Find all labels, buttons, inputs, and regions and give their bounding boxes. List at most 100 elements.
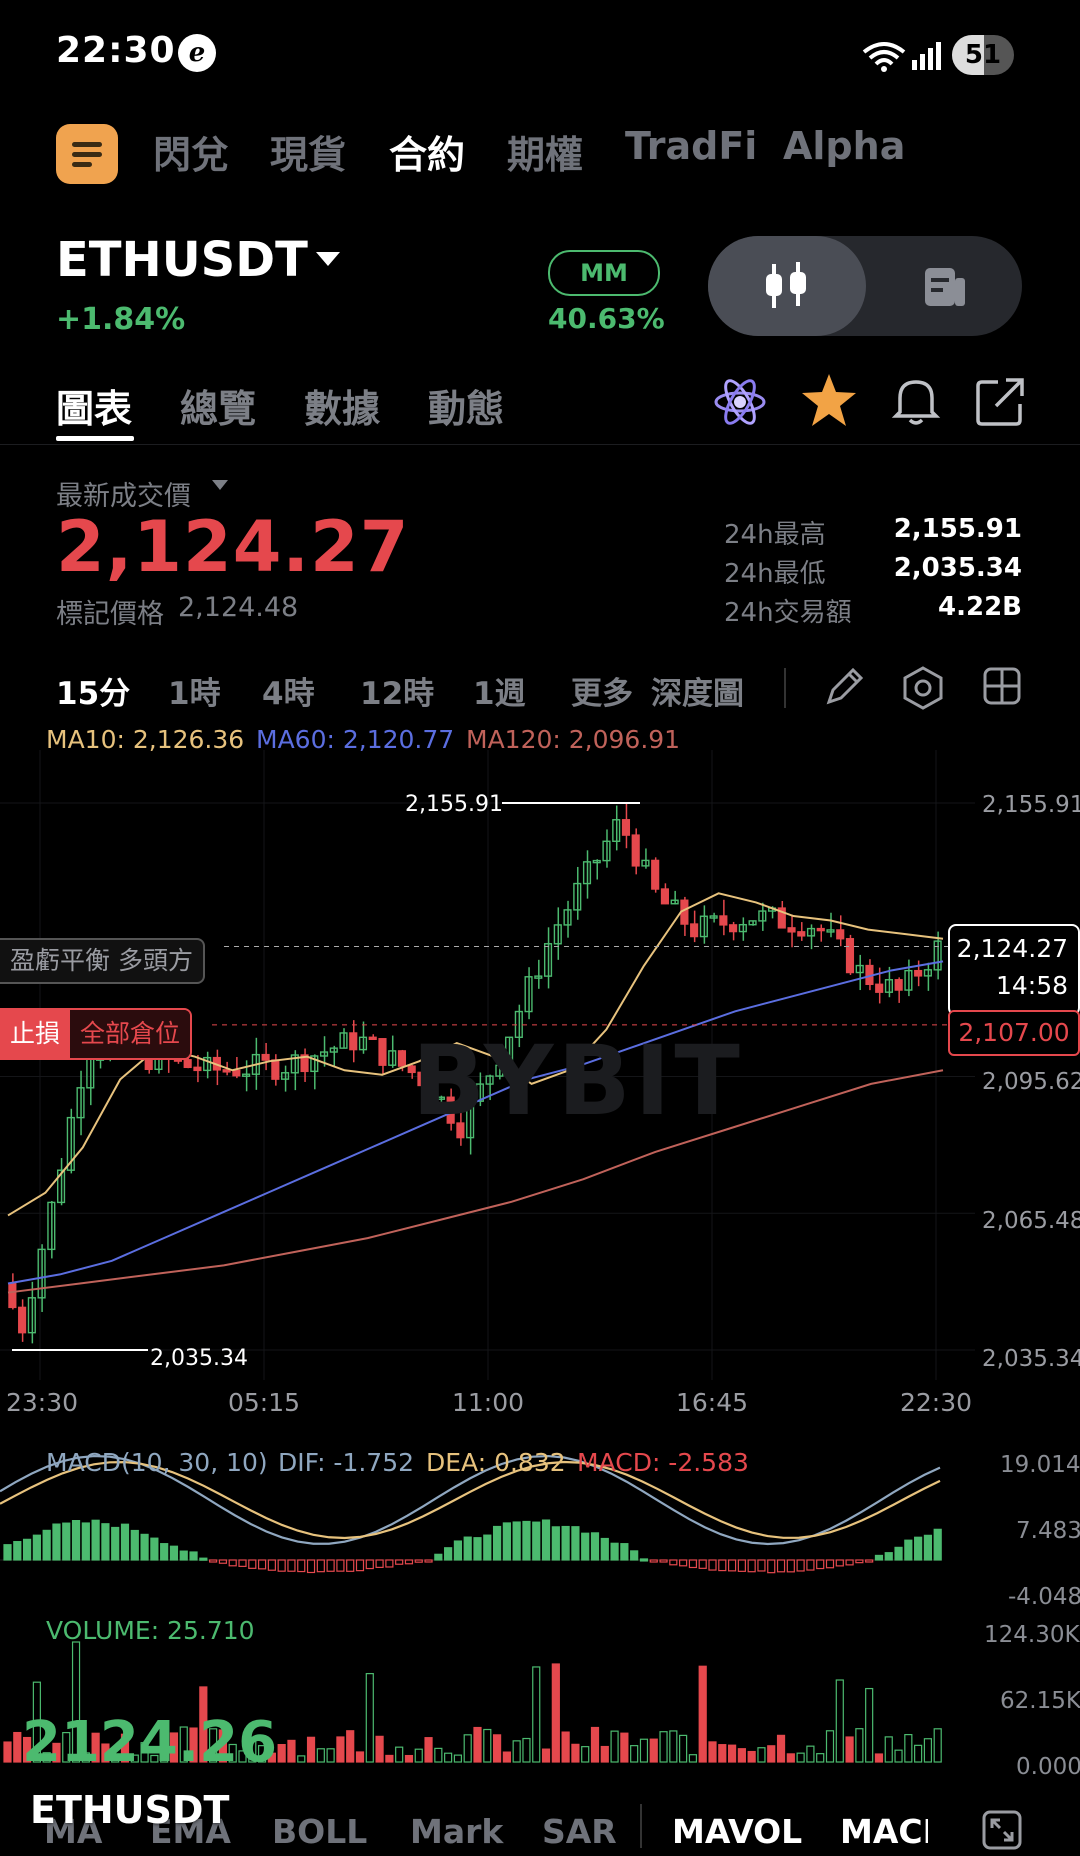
volume-bar (581, 1746, 590, 1763)
macd-histogram-bar (865, 1559, 874, 1563)
volume-bar (473, 1726, 482, 1763)
volume-bar (404, 1754, 414, 1763)
volume-bar (659, 1731, 668, 1763)
active-tab-underline (56, 436, 134, 441)
tab-swap[interactable]: 閃兌 (153, 124, 229, 179)
view-toggle[interactable] (708, 236, 1022, 336)
macd-histogram-bar (630, 1550, 639, 1561)
volume-bar (933, 1728, 942, 1763)
macd-histogram-bar (189, 1551, 198, 1561)
macd-histogram-bar (796, 1559, 805, 1572)
pair-symbol[interactable]: ETHUSDT (56, 232, 308, 288)
candle-down (222, 1069, 231, 1073)
candle-down (397, 1050, 407, 1067)
indicator-boll[interactable]: BOLL (272, 1812, 367, 1851)
macd-histogram-bar (150, 1537, 159, 1561)
volume-bar (522, 1737, 531, 1763)
macd-dif: DIF: -1.752 (278, 1448, 415, 1477)
candle-down (914, 969, 923, 977)
overlay-symbol: ETHUSDT (30, 1788, 230, 1832)
interval-15m[interactable]: 15分 (56, 668, 130, 713)
volume-bar (923, 1738, 933, 1763)
macd-histogram-bar (532, 1521, 541, 1561)
volume-bar (502, 1751, 511, 1763)
volume-bar (874, 1753, 884, 1763)
macd-histogram-bar (81, 1522, 90, 1561)
indicator-mavol[interactable]: MAVOL (672, 1812, 802, 1851)
ai-atom-icon[interactable] (714, 376, 766, 428)
indicator-macd[interactable]: MACD (840, 1812, 928, 1851)
candlestick-icon[interactable] (766, 260, 808, 312)
indicator-mark[interactable]: Mark (410, 1812, 503, 1851)
candle-down (816, 927, 825, 932)
battery-indicator: 51 (952, 35, 1014, 75)
candle-down (631, 834, 640, 867)
indicator-settings-icon[interactable] (901, 666, 945, 710)
breakeven-position-label[interactable]: 盈虧平衡 多頭方 (0, 938, 205, 984)
macd-histogram-bar (786, 1559, 795, 1573)
candle-down (261, 1053, 270, 1061)
macd-histogram-bar (365, 1559, 374, 1570)
tab-activity[interactable]: 動態 (428, 378, 504, 433)
macd-histogram-bar (600, 1537, 609, 1561)
macd-histogram-bar (816, 1559, 825, 1570)
macd-histogram-bar (316, 1559, 325, 1573)
macd-histogram-bar (160, 1543, 169, 1561)
volume-bar (806, 1745, 815, 1763)
tab-overview[interactable]: 總覽 (180, 378, 256, 433)
volume-bar (914, 1744, 923, 1763)
price-type-chevron-icon[interactable] (212, 480, 228, 490)
interval-1h[interactable]: 1時 (168, 668, 221, 713)
macd-histogram-bar (522, 1520, 531, 1561)
tab-alpha[interactable]: Alpha (783, 124, 905, 168)
indicator-sar[interactable]: SAR (542, 1812, 617, 1851)
order-book-icon[interactable] (923, 264, 969, 308)
bell-icon[interactable] (890, 374, 942, 428)
volume-bar (375, 1735, 384, 1763)
interval-more[interactable]: 更多 (571, 668, 633, 713)
macd-histogram-bar (434, 1553, 443, 1561)
macd-histogram-bar (923, 1534, 933, 1561)
tab-data[interactable]: 數據 (304, 378, 380, 433)
macd-histogram-bar (463, 1536, 472, 1561)
share-icon[interactable] (974, 374, 1028, 428)
interval-12h[interactable]: 12時 (360, 668, 434, 713)
tab-chart[interactable]: 圖表 (56, 378, 132, 433)
star-icon[interactable] (800, 372, 858, 428)
depth-chart-tab[interactable]: 深度圖 (651, 668, 744, 713)
tab-spot[interactable]: 現貨 (270, 124, 346, 179)
macd-histogram-bar (404, 1559, 414, 1565)
price-tick-low: 2,035.34 (982, 1346, 1080, 1372)
interval-1w[interactable]: 1週 (473, 668, 526, 713)
candle-down (378, 1038, 387, 1066)
macd-histogram-bar (22, 1538, 32, 1561)
interval-4h[interactable]: 4時 (262, 668, 315, 713)
candle-countdown: 14:58 (995, 971, 1068, 1000)
volume-bar (590, 1726, 600, 1763)
volume-bar (434, 1747, 443, 1763)
price-tick-3: 2,065.48 (982, 1208, 1080, 1234)
volume-bar (444, 1752, 453, 1763)
pencil-icon[interactable] (823, 666, 865, 708)
fullscreen-icon[interactable] (982, 1810, 1022, 1850)
menu-button[interactable] (56, 124, 118, 184)
tab-contracts[interactable]: 合約 (389, 124, 465, 179)
volume-bar (453, 1754, 463, 1763)
volume-bar (571, 1743, 580, 1763)
tab-tradfi[interactable]: TradFi (625, 124, 757, 168)
divider (0, 444, 1080, 445)
candle-down (349, 1032, 358, 1051)
tab-options[interactable]: 期權 (507, 124, 583, 179)
macd-histogram-bar (385, 1559, 394, 1568)
stop-loss-scope: 全部倉位 (70, 1010, 191, 1058)
volume-bar (835, 1679, 844, 1763)
low-24h-label: 24h最低 (724, 559, 826, 589)
chevron-down-icon[interactable] (316, 252, 340, 266)
volume-bar (610, 1730, 619, 1763)
layout-grid-icon[interactable] (982, 666, 1022, 706)
candle-down (651, 859, 660, 890)
macd-histogram-bar (287, 1559, 296, 1572)
candle-down (875, 983, 884, 993)
stop-loss-tag[interactable]: 止損 全部倉位 (0, 1008, 193, 1060)
mm-badge[interactable]: MM (548, 250, 660, 296)
